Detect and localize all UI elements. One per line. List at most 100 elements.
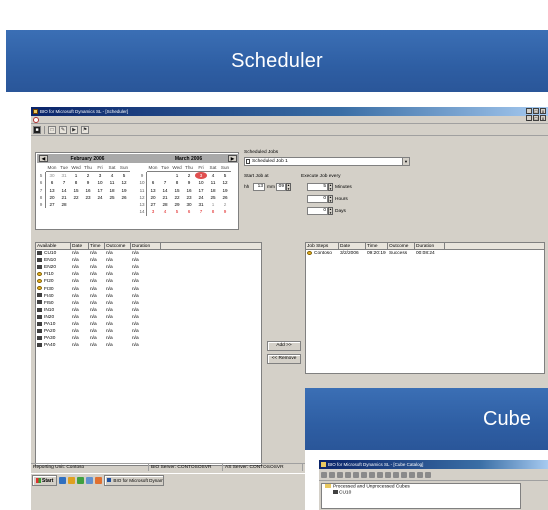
calendar-day[interactable]: 13 — [147, 187, 159, 194]
table-row[interactable]: FI30 n/a n/a n/a n/a — [36, 286, 261, 293]
toolbar-icon[interactable] — [393, 471, 399, 478]
calendar-day[interactable]: 9 — [183, 179, 195, 186]
close-button[interactable]: x — [540, 108, 546, 114]
mdi-restore-button[interactable]: □ — [533, 115, 539, 121]
table-row[interactable]: FI50 n/a n/a n/a n/a — [36, 300, 261, 307]
toolbar-icon[interactable] — [385, 471, 391, 478]
calendar-day[interactable]: 21 — [159, 194, 171, 201]
toolbar-icon[interactable] — [425, 471, 431, 478]
calendar-day[interactable]: 22 — [70, 194, 82, 201]
calendar-day[interactable]: 7 — [159, 179, 171, 186]
available-cubes-list[interactable]: Available Date Time Outcome Duration CU1… — [35, 242, 262, 466]
calendar-day[interactable]: 27 — [46, 201, 58, 208]
calendar-day[interactable]: 25 — [207, 194, 219, 201]
calendar-day[interactable]: 10 — [94, 179, 106, 186]
calendar-day[interactable]: 23 — [82, 194, 94, 201]
calendar-day[interactable]: 15 — [171, 187, 183, 194]
calendar-day[interactable]: 11 — [207, 179, 219, 186]
toolbar-icon[interactable] — [417, 471, 423, 478]
calendar-day[interactable]: 18 — [207, 187, 219, 194]
calendar-day[interactable]: 26 — [118, 194, 130, 201]
minimize-button[interactable]: _ — [526, 108, 532, 114]
quick-launch-media-icon[interactable] — [95, 477, 103, 484]
calendar-day[interactable]: 18 — [106, 187, 118, 194]
calendar-day[interactable]: 5 — [219, 172, 231, 179]
toolbar-icon[interactable] — [329, 471, 335, 478]
calendar-day[interactable]: 19 — [219, 187, 231, 194]
quick-launch-ie-icon[interactable] — [86, 477, 94, 484]
table-row[interactable]: Contoso 3/2/2006 09:20:19 Success 00:08:… — [306, 250, 544, 257]
calendar-day[interactable]: 8 — [70, 179, 82, 186]
minutes-field[interactable]: 5 — [307, 183, 328, 191]
calendar-day[interactable]: 11 — [106, 179, 118, 186]
calendar-day[interactable]: 3 — [195, 172, 207, 180]
previous-month-button[interactable]: ◀ — [39, 155, 48, 162]
run-icon[interactable]: ▶ — [70, 125, 78, 134]
scheduled-jobs-dropdown[interactable]: Scheduled Job 1 ▼ — [244, 157, 410, 166]
toolbar-icon[interactable] — [409, 471, 415, 478]
table-row[interactable]: FI20 n/a n/a n/a n/a — [36, 278, 261, 285]
calendar-day[interactable]: 31 — [58, 172, 70, 179]
save-icon[interactable]: ■ — [33, 125, 41, 134]
table-row[interactable]: PA40 n/a n/a n/a n/a — [36, 342, 261, 349]
job-steps-list[interactable]: Job Steps Date Time Outcome Duration Con… — [305, 242, 545, 374]
cube-window-title[interactable]: BIO for Microsoft Dynamics SL - [Cube Ca… — [319, 460, 548, 469]
calendar-day[interactable]: 1 — [70, 172, 82, 179]
calendar-day[interactable]: 4 — [207, 172, 219, 179]
calendar-day[interactable]: 31 — [195, 201, 207, 208]
calendar-day[interactable]: 13 — [46, 187, 58, 194]
calendar-day[interactable]: 25 — [106, 194, 118, 201]
table-row[interactable]: IN20 n/a n/a n/a n/a — [36, 314, 261, 321]
window-titlebar[interactable]: BIO for Microsoft Dynamics SL - [Schedul… — [31, 107, 548, 116]
calendar-day[interactable]: 4 — [106, 172, 118, 179]
edit-icon[interactable]: ✎ — [59, 125, 67, 134]
calendar-day[interactable]: 5 — [118, 172, 130, 179]
mdi-minimize-button[interactable]: _ — [526, 115, 532, 121]
column-header-date[interactable]: Date — [339, 243, 366, 249]
calendar-day[interactable]: 14 — [58, 187, 70, 194]
calendar-day[interactable]: 3 — [147, 208, 159, 215]
calendar-day[interactable]: 27 — [147, 201, 159, 208]
calendar-day[interactable]: 23 — [183, 194, 195, 201]
table-row[interactable]: IN10 n/a n/a n/a n/a — [36, 307, 261, 314]
calendar-day[interactable]: 17 — [94, 187, 106, 194]
add-button[interactable]: Add >> — [267, 341, 301, 351]
calendar-day[interactable]: 24 — [195, 194, 207, 201]
calendar-day[interactable]: 19 — [118, 187, 130, 194]
calendar-day[interactable]: 9 — [219, 208, 231, 215]
new-icon[interactable]: □ — [48, 125, 56, 134]
toolbar-icon[interactable] — [321, 471, 327, 478]
hours-spinner[interactable]: ▲ ▼ — [328, 195, 333, 203]
calendar-day[interactable]: 30 — [46, 172, 58, 179]
maximize-button[interactable]: □ — [533, 108, 539, 114]
calendar-day[interactable]: 7 — [195, 208, 207, 215]
calendar-day[interactable]: 8 — [207, 208, 219, 215]
remove-button[interactable]: << Remove — [267, 354, 301, 364]
toolbar-icon[interactable] — [345, 471, 351, 478]
column-header-time[interactable]: Time — [366, 243, 388, 249]
column-header-job-steps[interactable]: Job Steps — [306, 243, 339, 249]
table-row[interactable]: PA30 n/a n/a n/a n/a — [36, 335, 261, 342]
calendar-day[interactable]: 20 — [147, 194, 159, 201]
calendar-day[interactable]: 21 — [58, 194, 70, 201]
table-row[interactable]: EN20 n/a n/a n/a n/a — [36, 264, 261, 271]
taskbar-app-button[interactable]: BIO for Microsoft Dynami... — [104, 475, 165, 486]
calendar-day[interactable]: 29 — [171, 201, 183, 208]
calendar-day[interactable]: 14 — [159, 187, 171, 194]
app-menu-icon[interactable] — [33, 116, 39, 123]
calendar-day[interactable]: 2 — [82, 172, 94, 179]
table-row[interactable]: PA20 n/a n/a n/a n/a — [36, 328, 261, 335]
hours-field[interactable]: 0 — [307, 195, 328, 203]
cube-tree[interactable]: Processed and Unprocessed Cubes CU10 — [321, 483, 521, 509]
calendar-day[interactable]: 5 — [171, 208, 183, 215]
table-row[interactable]: PA10 n/a n/a n/a n/a — [36, 321, 261, 328]
toolbar-icon[interactable] — [377, 471, 383, 478]
days-field[interactable]: 0 — [307, 207, 328, 215]
calendar-day[interactable]: 15 — [70, 187, 82, 194]
calendar-day[interactable]: 6 — [147, 179, 159, 186]
calendar-day[interactable]: 1 — [207, 201, 219, 208]
quick-launch-folder-icon[interactable] — [68, 477, 76, 484]
calendar-day[interactable]: 9 — [82, 179, 94, 186]
toolbar-icon[interactable] — [369, 471, 375, 478]
flag-icon[interactable]: ⚑ — [81, 125, 89, 134]
